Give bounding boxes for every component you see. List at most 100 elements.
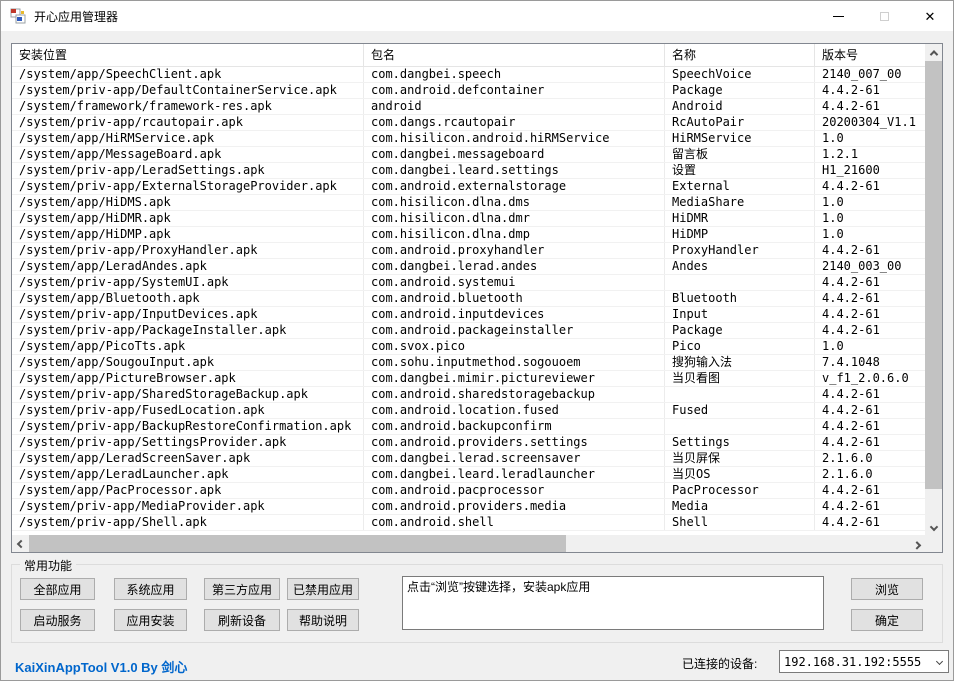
device-combobox-value: 192.168.31.192:5555 bbox=[780, 655, 930, 669]
ok-button[interactable]: 确定 bbox=[851, 609, 923, 631]
table-row[interactable]: /system/priv-app/FusedLocation.apkcom.an… bbox=[12, 403, 925, 419]
table-row[interactable]: /system/priv-app/DefaultContainerService… bbox=[12, 83, 925, 99]
table-cell: com.hisilicon.dlna.dms bbox=[364, 195, 665, 210]
horizontal-scroll-thumb[interactable] bbox=[29, 535, 566, 552]
table-cell: com.dangbei.lerad.andes bbox=[364, 259, 665, 274]
table-cell: 2.1.6.0 bbox=[815, 451, 925, 466]
device-combobox[interactable]: 192.168.31.192:5555 bbox=[779, 650, 949, 673]
table-row[interactable]: /system/priv-app/PackageInstaller.apkcom… bbox=[12, 323, 925, 339]
table-row[interactable]: /system/app/LeradLauncher.apkcom.dangbei… bbox=[12, 467, 925, 483]
table-row[interactable]: /system/priv-app/BackupRestoreConfirmati… bbox=[12, 419, 925, 435]
table-body: /system/app/SpeechClient.apkcom.dangbei.… bbox=[12, 67, 925, 535]
maximize-button bbox=[861, 1, 907, 31]
close-icon: ✕ bbox=[925, 10, 936, 23]
horizontal-scrollbar[interactable] bbox=[12, 535, 925, 552]
table-row[interactable]: /system/priv-app/LeradSettings.apkcom.da… bbox=[12, 163, 925, 179]
table-cell: com.dangbei.messageboard bbox=[364, 147, 665, 162]
table-cell: 搜狗输入法 bbox=[665, 355, 815, 370]
table-row[interactable]: /system/priv-app/SystemUI.apkcom.android… bbox=[12, 275, 925, 291]
combobox-dropdown-arrow[interactable] bbox=[930, 659, 948, 664]
scroll-up-button[interactable] bbox=[925, 44, 942, 61]
table-cell: 4.4.2-61 bbox=[815, 515, 925, 530]
table-cell: 1.0 bbox=[815, 131, 925, 146]
table-cell: /system/app/SougouInput.apk bbox=[12, 355, 364, 370]
brand-text: KaiXinAppTool V1.0 By 剑心 bbox=[15, 657, 187, 676]
table-row[interactable]: /system/priv-app/Shell.apkcom.android.sh… bbox=[12, 515, 925, 531]
table-row[interactable]: /system/app/HiRMService.apkcom.hisilicon… bbox=[12, 131, 925, 147]
table-row[interactable]: /system/app/PicoTts.apkcom.svox.picoPico… bbox=[12, 339, 925, 355]
table-row[interactable]: /system/framework/framework-res.apkandro… bbox=[12, 99, 925, 115]
table-cell: com.hisilicon.android.hiRMService bbox=[364, 131, 665, 146]
table-row[interactable]: /system/app/PacProcessor.apkcom.android.… bbox=[12, 483, 925, 499]
table-row[interactable]: /system/priv-app/SettingsProvider.apkcom… bbox=[12, 435, 925, 451]
table-cell: Andes bbox=[665, 259, 815, 274]
table-row[interactable]: /system/app/LeradAndes.apkcom.dangbei.le… bbox=[12, 259, 925, 275]
table-cell: /system/priv-app/SettingsProvider.apk bbox=[12, 435, 364, 450]
refresh-device-button[interactable]: 刷新设备 bbox=[204, 609, 280, 631]
column-header-app-name[interactable]: 名称 bbox=[665, 44, 815, 66]
scroll-down-button[interactable] bbox=[925, 518, 942, 535]
table-row[interactable]: /system/priv-app/ExternalStorageProvider… bbox=[12, 179, 925, 195]
vertical-scroll-thumb[interactable] bbox=[925, 61, 942, 489]
table-cell bbox=[665, 387, 815, 402]
table-row[interactable]: /system/app/PictureBrowser.apkcom.dangbe… bbox=[12, 371, 925, 387]
table-cell: /system/priv-app/InputDevices.apk bbox=[12, 307, 364, 322]
table-row[interactable]: /system/app/SougouInput.apkcom.sohu.inpu… bbox=[12, 355, 925, 371]
table-cell: Shell bbox=[665, 515, 815, 530]
table-cell: 4.4.2-61 bbox=[815, 419, 925, 434]
app-install-button[interactable]: 应用安装 bbox=[114, 609, 187, 631]
table-cell: H1_21600 bbox=[815, 163, 925, 178]
table-row[interactable]: /system/priv-app/InputDevices.apkcom.and… bbox=[12, 307, 925, 323]
table-row[interactable]: /system/app/MessageBoard.apkcom.dangbei.… bbox=[12, 147, 925, 163]
column-header-version[interactable]: 版本号 bbox=[815, 44, 925, 66]
table-cell: /system/app/HiDMS.apk bbox=[12, 195, 364, 210]
table-cell bbox=[665, 419, 815, 434]
table-cell: 4.4.2-61 bbox=[815, 99, 925, 114]
column-header-install-location[interactable]: 安装位置 bbox=[12, 44, 364, 66]
table-cell: 当贝屏保 bbox=[665, 451, 815, 466]
scroll-right-button[interactable] bbox=[908, 535, 925, 552]
table-row[interactable]: /system/app/HiDMR.apkcom.hisilicon.dlna.… bbox=[12, 211, 925, 227]
connected-device-label: 已连接的设备: bbox=[682, 655, 757, 672]
table-row[interactable]: /system/app/HiDMS.apkcom.hisilicon.dlna.… bbox=[12, 195, 925, 211]
table-row[interactable]: /system/priv-app/ProxyHandler.apkcom.and… bbox=[12, 243, 925, 259]
apk-path-textbox[interactable]: 点击“浏览”按键选择，安装apk应用 bbox=[402, 576, 824, 630]
table-row[interactable]: /system/app/HiDMP.apkcom.hisilicon.dlna.… bbox=[12, 227, 925, 243]
disabled-apps-button[interactable]: 已禁用应用 bbox=[287, 578, 359, 600]
table-cell: /system/app/HiDMR.apk bbox=[12, 211, 364, 226]
scroll-left-button[interactable] bbox=[12, 535, 29, 552]
all-apps-button[interactable]: 全部应用 bbox=[20, 578, 95, 600]
table-row[interactable]: /system/priv-app/SharedStorageBackup.apk… bbox=[12, 387, 925, 403]
minimize-button[interactable] bbox=[815, 1, 861, 31]
table-row[interactable]: /system/priv-app/MediaProvider.apkcom.an… bbox=[12, 499, 925, 515]
table-cell: com.android.bluetooth bbox=[364, 291, 665, 306]
third-party-apps-button[interactable]: 第三方应用 bbox=[204, 578, 280, 600]
table-cell: RcAutoPair bbox=[665, 115, 815, 130]
table-row[interactable]: /system/app/Bluetooth.apkcom.android.blu… bbox=[12, 291, 925, 307]
table-row[interactable]: /system/app/LeradScreenSaver.apkcom.dang… bbox=[12, 451, 925, 467]
table-cell: /system/priv-app/MediaProvider.apk bbox=[12, 499, 364, 514]
table-cell: 20200304_V1.1 bbox=[815, 115, 925, 130]
vertical-scrollbar[interactable] bbox=[925, 44, 942, 535]
table-cell: 4.4.2-61 bbox=[815, 499, 925, 514]
table-row[interactable]: /system/app/SpeechClient.apkcom.dangbei.… bbox=[12, 67, 925, 83]
system-apps-button[interactable]: 系统应用 bbox=[114, 578, 187, 600]
table-cell: Settings bbox=[665, 435, 815, 450]
table-cell: /system/app/LeradAndes.apk bbox=[12, 259, 364, 274]
table-cell: 4.4.2-61 bbox=[815, 323, 925, 338]
table-cell: 1.2.1 bbox=[815, 147, 925, 162]
browse-button[interactable]: 浏览 bbox=[851, 578, 923, 600]
table-cell: 1.0 bbox=[815, 195, 925, 210]
table-cell: com.dangbei.speech bbox=[364, 67, 665, 82]
table-cell: com.android.sharedstoragebackup bbox=[364, 387, 665, 402]
table-cell: com.dangbei.mimir.pictureviewer bbox=[364, 371, 665, 386]
close-button[interactable]: ✕ bbox=[907, 1, 953, 31]
minimize-icon bbox=[833, 16, 844, 17]
start-service-button[interactable]: 启动服务 bbox=[20, 609, 95, 631]
column-header-package-name[interactable]: 包名 bbox=[364, 44, 665, 66]
table-cell: Package bbox=[665, 83, 815, 98]
help-button[interactable]: 帮助说明 bbox=[287, 609, 359, 631]
table-cell: /system/app/HiDMP.apk bbox=[12, 227, 364, 242]
window-title: 开心应用管理器 bbox=[34, 8, 118, 25]
table-row[interactable]: /system/priv-app/rcautopair.apkcom.dangs… bbox=[12, 115, 925, 131]
